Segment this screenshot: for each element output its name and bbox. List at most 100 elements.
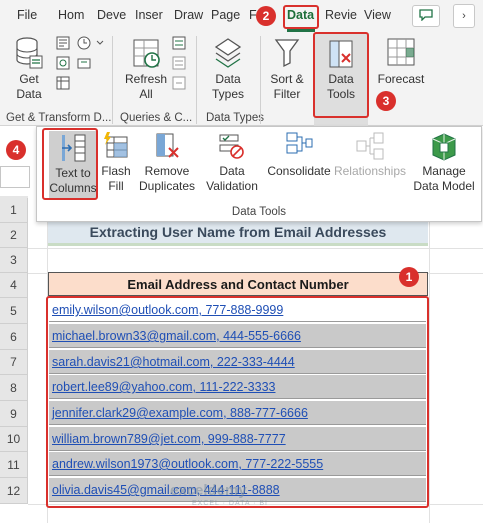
table-row[interactable]: emily.wilson@outlook.com, 777-888-9999 bbox=[49, 298, 426, 322]
tab-page-layout[interactable]: Page bbox=[211, 8, 240, 22]
get-data-icon bbox=[6, 36, 52, 70]
gridline bbox=[28, 248, 483, 249]
row-header[interactable]: 11 bbox=[0, 452, 28, 478]
table-row[interactable]: michael.brown33@gmail.com, 444-555-6666 bbox=[49, 324, 426, 348]
forecast-icon bbox=[374, 36, 428, 70]
text-to-columns-button[interactable]: Text to Columns bbox=[49, 131, 97, 199]
remove-duplicates-label: Remove Duplicates bbox=[138, 164, 196, 193]
row-header[interactable]: 3 bbox=[0, 248, 28, 273]
group-label-data-types: Data Types bbox=[206, 112, 264, 124]
refresh-all-button[interactable]: Refresh All bbox=[120, 36, 172, 102]
data-validation-button[interactable]: Data Validation bbox=[199, 131, 265, 194]
chevron-right-icon: › bbox=[462, 10, 466, 22]
remove-duplicates-button[interactable]: Remove Duplicates bbox=[135, 131, 199, 194]
sort-filter-icon bbox=[262, 36, 312, 70]
sort-filter-button[interactable]: Sort & Filter bbox=[262, 36, 312, 102]
row-header[interactable]: 10 bbox=[0, 427, 28, 452]
step-badge: 1 bbox=[399, 267, 419, 287]
relationships-button: Relationships bbox=[333, 131, 407, 179]
step-badge: 2 bbox=[256, 6, 276, 26]
table-row[interactable]: andrew.wilson1973@outlook.com, 777-222-5… bbox=[49, 452, 426, 476]
data-tools-panel: Text to Columns Flash Fill Remove Duplic… bbox=[36, 126, 482, 222]
row-header[interactable]: 6 bbox=[0, 324, 28, 350]
row-header[interactable]: 7 bbox=[0, 350, 28, 375]
forecast-label: Forecast bbox=[377, 72, 425, 86]
relationships-icon bbox=[333, 131, 407, 161]
step-badge: 3 bbox=[376, 91, 396, 111]
recent-sources-icon[interactable] bbox=[77, 36, 91, 53]
text-to-columns-label: Text to Columns bbox=[49, 166, 97, 195]
row-header[interactable]: 2 bbox=[0, 223, 28, 248]
get-data-label: Get Data bbox=[16, 72, 42, 101]
flash-fill-label: Flash Fill bbox=[101, 164, 131, 193]
text-to-columns-icon bbox=[49, 131, 97, 163]
comments-button[interactable] bbox=[412, 5, 440, 27]
tab-review[interactable]: Revie bbox=[325, 8, 357, 22]
edit-links-icon[interactable] bbox=[172, 76, 186, 93]
from-text-icon[interactable] bbox=[56, 36, 70, 53]
refresh-all-icon bbox=[120, 36, 172, 70]
manage-data-model-button[interactable]: Manage Data Model bbox=[411, 131, 477, 194]
row-header[interactable]: 5 bbox=[0, 298, 28, 324]
table-row[interactable]: robert.lee89@yahoo.com, 111-222-3333 bbox=[49, 375, 426, 399]
table-row[interactable]: jennifer.clark29@example.com, 888-777-66… bbox=[49, 401, 426, 425]
existing-connections-icon[interactable] bbox=[77, 56, 91, 73]
table-row[interactable]: sarah.davis21@hotmail.com, 222-333-4444 bbox=[49, 350, 426, 374]
watermark-logo: exceldemy bbox=[170, 482, 247, 499]
tab-view[interactable]: View bbox=[364, 8, 391, 22]
from-table-icon[interactable] bbox=[56, 76, 70, 93]
refresh-all-label: Refresh All bbox=[124, 72, 168, 101]
get-data-dropdown-icon[interactable] bbox=[96, 36, 104, 50]
consolidate-label: Consolidate bbox=[267, 164, 331, 178]
row-header[interactable]: 4 bbox=[0, 273, 28, 298]
row-header[interactable]: 1 bbox=[0, 198, 28, 223]
data-types-button[interactable]: Data Types bbox=[200, 36, 256, 102]
row-header[interactable]: 8 bbox=[0, 375, 28, 401]
step-badge: 4 bbox=[6, 140, 26, 160]
data-ribbon: Get Data Get & Transform D... Refresh Al… bbox=[0, 32, 483, 126]
flash-fill-button[interactable]: Flash Fill bbox=[99, 131, 133, 194]
tab-developer[interactable]: Deve bbox=[97, 8, 126, 22]
manage-data-model-icon bbox=[411, 131, 477, 161]
data-tools-icon bbox=[314, 34, 368, 70]
tab-insert[interactable]: Inser bbox=[135, 8, 163, 22]
ribbon-separator bbox=[112, 36, 113, 124]
tab-file[interactable]: File bbox=[17, 8, 37, 22]
ribbon-separator bbox=[196, 36, 197, 124]
consolidate-button[interactable]: Consolidate bbox=[265, 131, 333, 179]
watermark-tagline: EXCEL · DATA · BI bbox=[192, 500, 268, 507]
forecast-button[interactable]: Forecast bbox=[374, 36, 428, 87]
group-label-data-tools: Data Tools bbox=[231, 206, 287, 218]
sort-filter-label: Sort & Filter bbox=[270, 72, 304, 101]
from-web-icon[interactable] bbox=[56, 56, 70, 73]
gridline bbox=[47, 206, 48, 523]
ribbon-scroll-button[interactable]: › bbox=[453, 4, 475, 28]
ribbon-tab-bar: File Hom Deve Inser Draw Page F Data Rev… bbox=[0, 0, 483, 32]
comment-icon bbox=[419, 8, 433, 24]
properties-icon[interactable] bbox=[172, 56, 186, 73]
manage-data-model-label: Manage Data Model bbox=[413, 164, 475, 193]
table-row[interactable]: william.brown789@jet.com, 999-888-7777 bbox=[49, 427, 426, 451]
flash-fill-icon bbox=[99, 131, 133, 161]
tab-home[interactable]: Hom bbox=[58, 8, 84, 22]
row-header[interactable]: 12 bbox=[0, 478, 28, 504]
sheet-title[interactable]: Extracting User Name from Email Addresse… bbox=[48, 221, 428, 246]
consolidate-icon bbox=[265, 131, 333, 161]
gridline bbox=[429, 206, 430, 523]
remove-duplicates-icon bbox=[135, 131, 199, 161]
data-validation-label: Data Validation bbox=[206, 164, 258, 193]
data-validation-icon bbox=[199, 131, 265, 161]
tab-data[interactable]: Data bbox=[287, 8, 314, 22]
group-label-get-transform: Get & Transform D... bbox=[6, 112, 112, 124]
get-data-button[interactable]: Get Data bbox=[6, 36, 52, 102]
name-box[interactable] bbox=[0, 166, 30, 188]
group-label-queries: Queries & C... bbox=[120, 112, 193, 124]
tab-draw[interactable]: Draw bbox=[174, 8, 203, 22]
table-header[interactable]: Email Address and Contact Number bbox=[48, 272, 428, 296]
ribbon-separator bbox=[260, 36, 261, 124]
relationships-label: Relationships bbox=[333, 164, 407, 178]
queries-connections-icon[interactable] bbox=[172, 36, 186, 53]
data-types-label: Data Types bbox=[211, 72, 244, 101]
row-header[interactable]: 9 bbox=[0, 401, 28, 427]
data-tools-button[interactable]: Data Tools bbox=[314, 34, 368, 126]
